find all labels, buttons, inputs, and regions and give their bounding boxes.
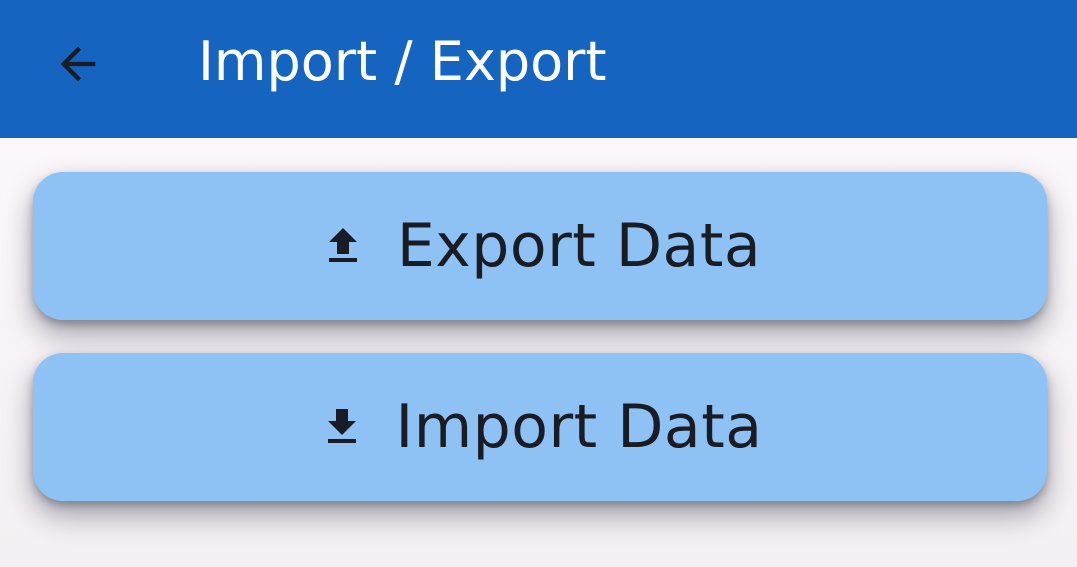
export-data-button[interactable]: Export Data [33, 172, 1047, 320]
download-icon [318, 403, 366, 451]
export-data-label: Export Data [396, 211, 762, 281]
back-button[interactable] [40, 26, 116, 102]
import-data-label: Import Data [395, 392, 763, 462]
upload-icon [319, 222, 367, 270]
import-data-button[interactable]: Import Data [33, 353, 1047, 501]
app-bar: Import / Export [0, 0, 1077, 138]
arrow-back-icon [60, 46, 96, 82]
page-title: Import / Export [198, 30, 607, 93]
